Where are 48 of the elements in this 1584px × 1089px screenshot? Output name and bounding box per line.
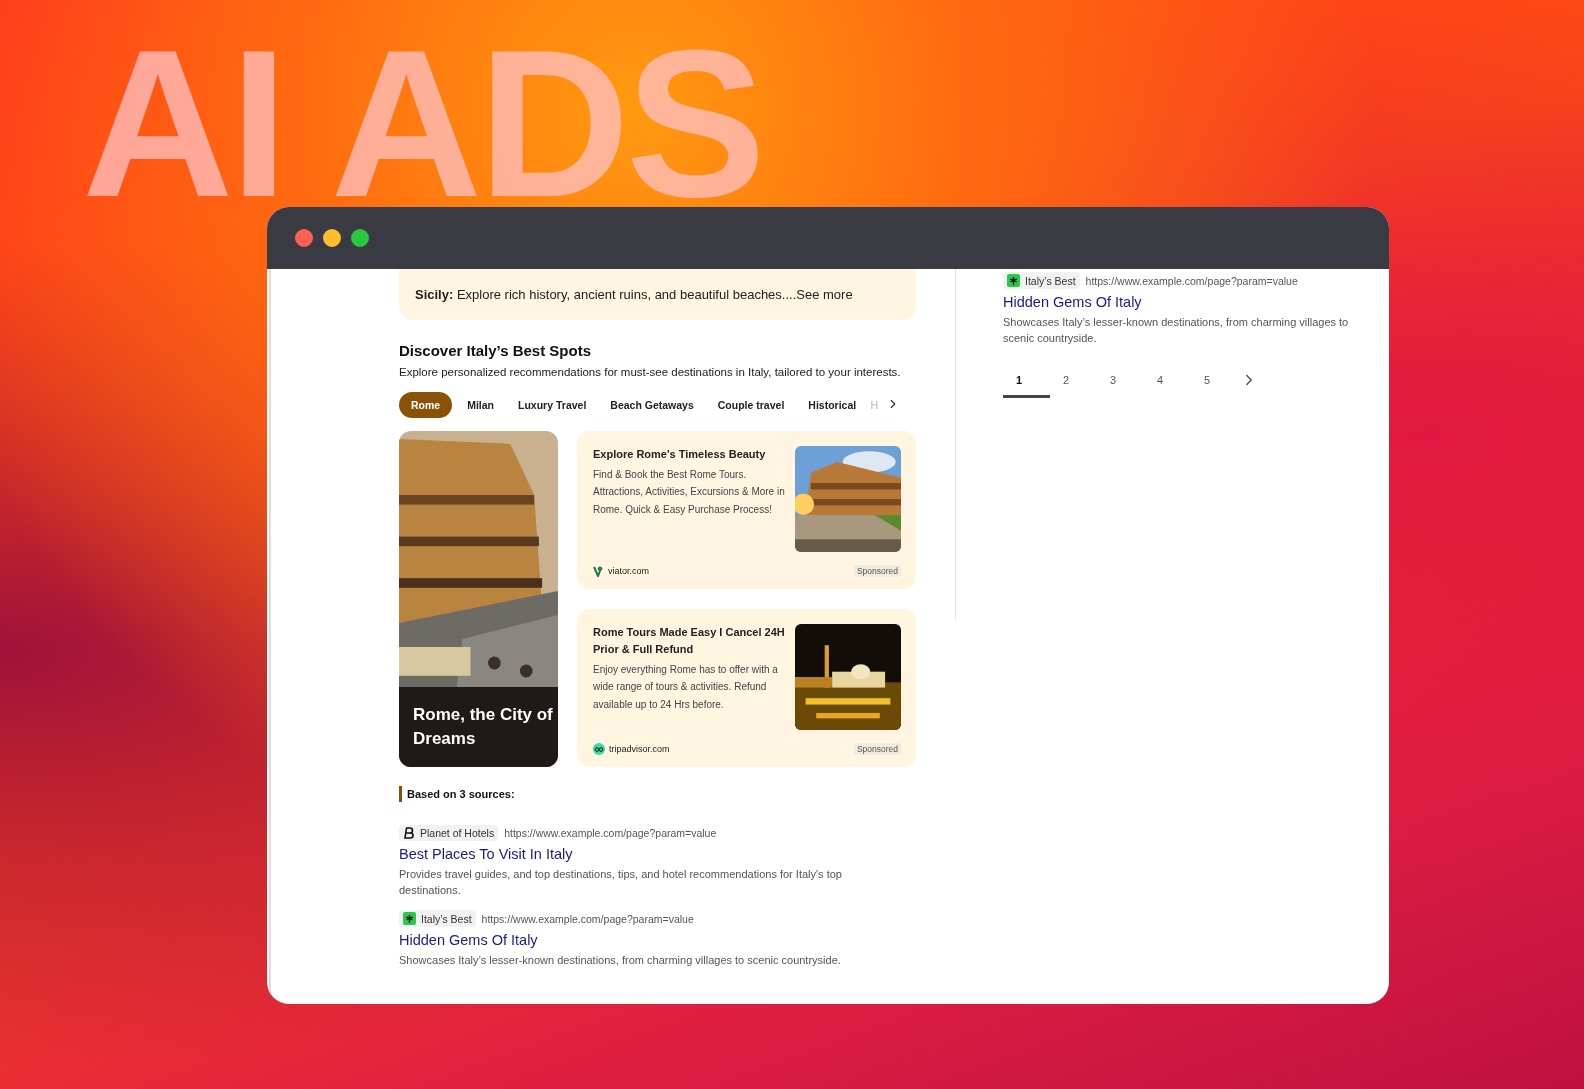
v-logo-icon	[593, 565, 604, 577]
source-url: https://www.example.com/page?param=value	[1085, 274, 1298, 287]
window-control[interactable]	[295, 229, 313, 247]
category-chip[interactable]: Milan	[455, 392, 507, 418]
site-tag: Planet of Hotels	[399, 825, 499, 841]
page-button[interactable]: 1	[1003, 364, 1050, 398]
ad-description: Find & Book the Best Rome Tours. Attractions, Activities, Excursions & More in Rome. Quick & Easy Purchase Process!	[593, 468, 786, 517]
page-button[interactable]: 4	[1144, 364, 1191, 398]
bold-letter-logo-icon	[403, 827, 415, 839]
page-button[interactable]: 2	[1050, 364, 1097, 398]
source-link[interactable]: Hidden Gems Of Italy	[399, 932, 916, 948]
owl-logo-icon	[593, 743, 605, 755]
window-control[interactable]	[323, 229, 341, 247]
palm-tree-icon	[403, 912, 416, 925]
sponsored-label: Sponsored	[853, 743, 901, 755]
window-control[interactable]	[351, 229, 369, 247]
ad-card[interactable]: Rome Tours Made Easy I Cancel 24H Prior & Full Refund Enjoy everything Rome has to offer with a wide range of tours & activities. Refund available up to 24 Hrs before. tripadvisor.com Sponsored	[577, 609, 916, 767]
source-url: https://www.example.com/page?param=value	[504, 827, 717, 839]
source-description: Showcases Italy’s lesser-known destinations, from charming villages to scenic countryside.	[399, 953, 842, 968]
source-description: Provides travel guides, and top destinations, tips, and hotel recommendations for Italy's top destinations.	[399, 867, 843, 898]
ad-site: viator.com	[608, 566, 649, 576]
category-chip[interactable]: Beach Getaways	[598, 392, 706, 418]
ad-description: Enjoy everything Rome has to offer with a wide range of tours & activities. Refund available up to 24 Hrs before.	[593, 663, 779, 712]
source-link[interactable]: Hidden Gems Of Italy	[1003, 294, 1353, 310]
section-title: Discover Italy’s Best Spots	[399, 342, 593, 359]
ad-card[interactable]: Explore Rome's Timeless Beauty Find & Book the Best Rome Tours. Attractions, Activities, Excursions & More in Rome. Quick & Easy Purchase Process! viator.com Sponsored	[577, 431, 916, 589]
category-chip[interactable]: Couple travel	[705, 392, 797, 418]
feature-card[interactable]: Rome, the City of Dreams	[399, 431, 558, 767]
page-button[interactable]: 5	[1191, 364, 1238, 398]
category-chip[interactable]: Historical	[796, 392, 869, 418]
section-subtitle: Explore personalized recommendations for must-see destinations in Italy, tailored to your interests.	[399, 366, 902, 378]
palm-tree-icon	[1007, 274, 1020, 287]
ad-title: Rome Tours Made Easy I Cancel 24H Prior & Full Refund	[593, 625, 786, 657]
feature-caption: Rome, the City of Dreams	[413, 704, 554, 750]
site-tag: Italy’s Best	[399, 910, 476, 927]
source-url: https://www.example.com/page?param=value	[481, 912, 694, 925]
source-description: Showcases Italy’s lesser-known destinations, from charming villages to scenic countryside.	[1003, 315, 1350, 346]
site-tag: Italy’s Best	[1003, 272, 1080, 289]
source-link[interactable]: Best Places To Visit In Italy	[399, 846, 916, 862]
category-chip[interactable]: Luxury Travel	[506, 392, 599, 418]
category-chip[interactable]: Rome	[399, 392, 453, 418]
sponsored-label: Sponsored	[853, 565, 901, 577]
sources-heading: Based on 3 sources:	[399, 786, 916, 802]
page-button[interactable]: 3	[1097, 364, 1144, 398]
headline: AI ADS	[82, 40, 762, 207]
summary-text: Sicily: Explore rich history, ancient ruins, and beautiful beaches....See more	[415, 287, 854, 302]
ad-site: tripadvisor.com	[609, 744, 670, 754]
ad-title: Explore Rome's Timeless Beauty	[593, 447, 767, 462]
